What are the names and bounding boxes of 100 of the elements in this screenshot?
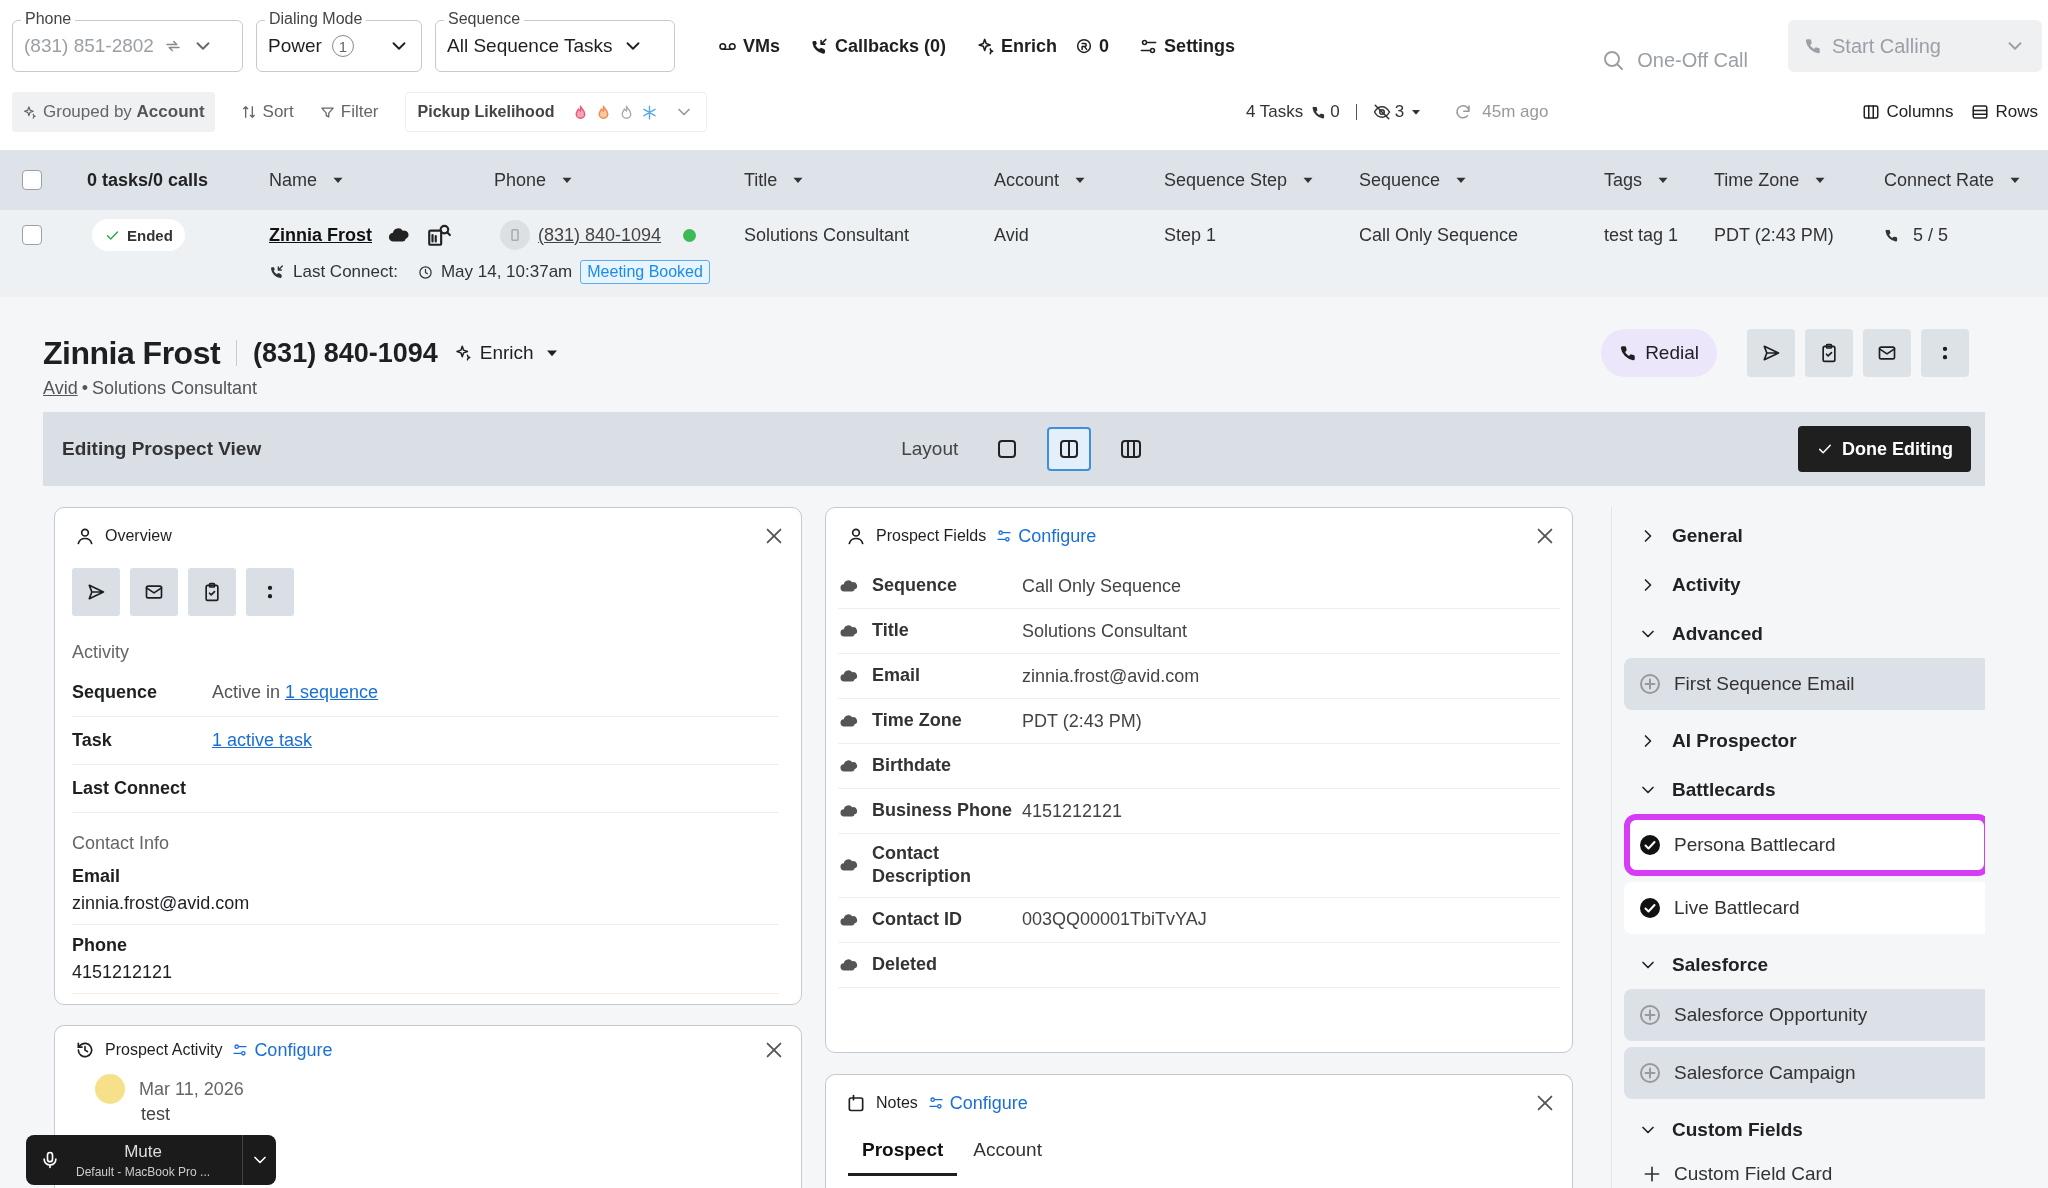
sparkle-icon [22, 104, 37, 120]
last-connect-label: Last Connect: [293, 262, 398, 282]
select-all-checkbox[interactable] [22, 170, 42, 190]
column-header[interactable]: Sequence Step [1150, 169, 1345, 191]
sequence-select[interactable]: Sequence All Sequence Tasks [435, 9, 675, 72]
configure-button[interactable]: Configure [927, 1092, 1028, 1114]
activity-date: Mar 11, 2026 [139, 1078, 244, 1100]
section-toggle[interactable]: Activity [1624, 560, 1741, 609]
filter-icon [319, 104, 335, 120]
redial-button[interactable]: Redial [1601, 329, 1717, 377]
table-cell-text: PDT (2:43 PM) [1713, 224, 1835, 246]
card-option[interactable]: Salesforce Campaign [1624, 1047, 1985, 1099]
columns-button[interactable]: Columns [1862, 102, 1954, 122]
enrich-button[interactable]: Enrich [453, 342, 562, 364]
email-button[interactable] [130, 568, 178, 616]
notes-tab[interactable]: Prospect [848, 1131, 958, 1176]
done-editing-button[interactable]: Done Editing [1798, 426, 1971, 472]
filter-button[interactable]: Filter [319, 102, 379, 122]
sliders-icon [232, 1042, 249, 1058]
task-button[interactable] [1805, 329, 1853, 377]
phone-icon [1804, 37, 1822, 55]
column-header[interactable]: Name [255, 169, 480, 191]
card-option[interactable]: Persona Battlecard [1624, 814, 1985, 876]
phone-icon [1311, 104, 1327, 120]
table-cell-text: Solutions Consultant [743, 224, 911, 246]
table-cell-text: Avid [993, 224, 1030, 246]
plus-icon [1642, 1164, 1662, 1184]
field-label: Sequence [444, 9, 525, 29]
email-button[interactable] [1863, 329, 1911, 377]
clock-icon [417, 264, 433, 280]
enrich-button[interactable]: Enrich 0 [976, 20, 1110, 72]
sort-icon [240, 104, 257, 120]
layout-option[interactable] [1047, 427, 1092, 471]
prospect-name-link[interactable]: Zinnia Frost [269, 224, 372, 246]
panel-title: Notes [876, 1094, 918, 1112]
sparkle-icon [453, 344, 472, 362]
column-header[interactable]: Connect Rate [1870, 169, 2048, 191]
prospect-phone: (831) 840-1094 [253, 337, 438, 369]
sort-button[interactable]: Sort [240, 102, 294, 122]
field-label: Task [72, 730, 113, 751]
column-header[interactable]: Tags [1590, 169, 1700, 191]
group-by-button[interactable]: Grouped by Account [12, 92, 215, 132]
rows-button[interactable]: Rows [1971, 102, 2038, 122]
phone-icon [810, 36, 829, 56]
section-toggle[interactable]: Salesforce [1624, 940, 1769, 989]
add-card-button[interactable]: Custom Field Card [1624, 1154, 1833, 1188]
status-chip: Ended [92, 219, 185, 251]
column-header[interactable]: Title [730, 169, 980, 191]
three-column-icon [1119, 437, 1144, 461]
configure-button[interactable]: Configure [232, 1039, 333, 1061]
card-option[interactable]: Salesforce Opportunity [1624, 989, 1985, 1041]
hidden-tasks-button[interactable]: 3 [1372, 102, 1425, 122]
section-toggle[interactable]: AI Prospector [1624, 716, 1797, 765]
section-toggle[interactable]: Battlecards [1624, 765, 1776, 814]
columns-icon [1862, 103, 1881, 121]
vms-button[interactable]: VMs [718, 20, 780, 72]
table-cell-text: Call Only Sequence [1358, 224, 1520, 246]
task-button[interactable] [188, 568, 236, 616]
settings-button[interactable]: Settings [1139, 20, 1236, 72]
call-count: 0 [1330, 102, 1340, 122]
field-label: Email [72, 866, 122, 887]
card-option[interactable]: First Sequence Email [1624, 658, 1985, 710]
callbacks-button[interactable]: Callbacks (0) [810, 20, 947, 72]
notes-tab[interactable]: Account [959, 1131, 1056, 1176]
section-toggle[interactable]: General [1624, 511, 1743, 560]
field-label: Time Zone [872, 709, 963, 733]
field-value: 003QQ00001TbiTvYAJ [1022, 909, 1208, 931]
row-checkbox[interactable] [22, 225, 42, 245]
column-header[interactable]: Time Zone [1700, 169, 1870, 191]
rows-icon [1971, 103, 1990, 121]
section-toggle[interactable]: Advanced [1624, 609, 1763, 658]
audio-device: Default - MacBook Pro ... [76, 1164, 211, 1179]
value-link[interactable]: 1 sequence [285, 682, 379, 702]
section-toggle[interactable]: Custom Fields [1624, 1105, 1803, 1154]
field-label: Contact ID [872, 908, 963, 932]
field-label: Contact Description [872, 842, 973, 889]
column-header[interactable]: Phone [480, 169, 730, 191]
pickup-likelihood-filter[interactable]: Pickup Likelihood [404, 92, 708, 132]
field-value: Active in 1 sequence [212, 682, 380, 703]
panel-title: Prospect Fields [876, 527, 987, 545]
mail-icon [1877, 343, 1897, 363]
avatar [95, 1074, 125, 1104]
field-label: Dialing Mode [265, 9, 367, 29]
dialing-mode-select[interactable]: Dialing Mode Power 1 [256, 9, 422, 72]
column-header[interactable]: Account [980, 169, 1150, 191]
account-link[interactable]: Avid [43, 378, 78, 399]
card-option[interactable]: Live Battlecard [1624, 882, 1985, 934]
value-link[interactable]: 1 active task [212, 730, 313, 750]
field-value: 4151212121 [72, 962, 174, 983]
field-label: Title [872, 619, 910, 643]
configure-button[interactable]: Configure [996, 525, 1097, 547]
field-value: PDT (2:43 PM) [1022, 710, 1143, 732]
field-label: Sequence [872, 574, 959, 598]
column-header[interactable]: Sequence [1345, 169, 1590, 191]
sparkle-icon [976, 36, 996, 56]
phone-link[interactable]: (831) 840-1094 [538, 224, 662, 246]
send-button[interactable] [1747, 329, 1795, 377]
history-icon [75, 1040, 95, 1060]
send-button[interactable] [72, 568, 120, 616]
search-icon [1601, 48, 1626, 72]
